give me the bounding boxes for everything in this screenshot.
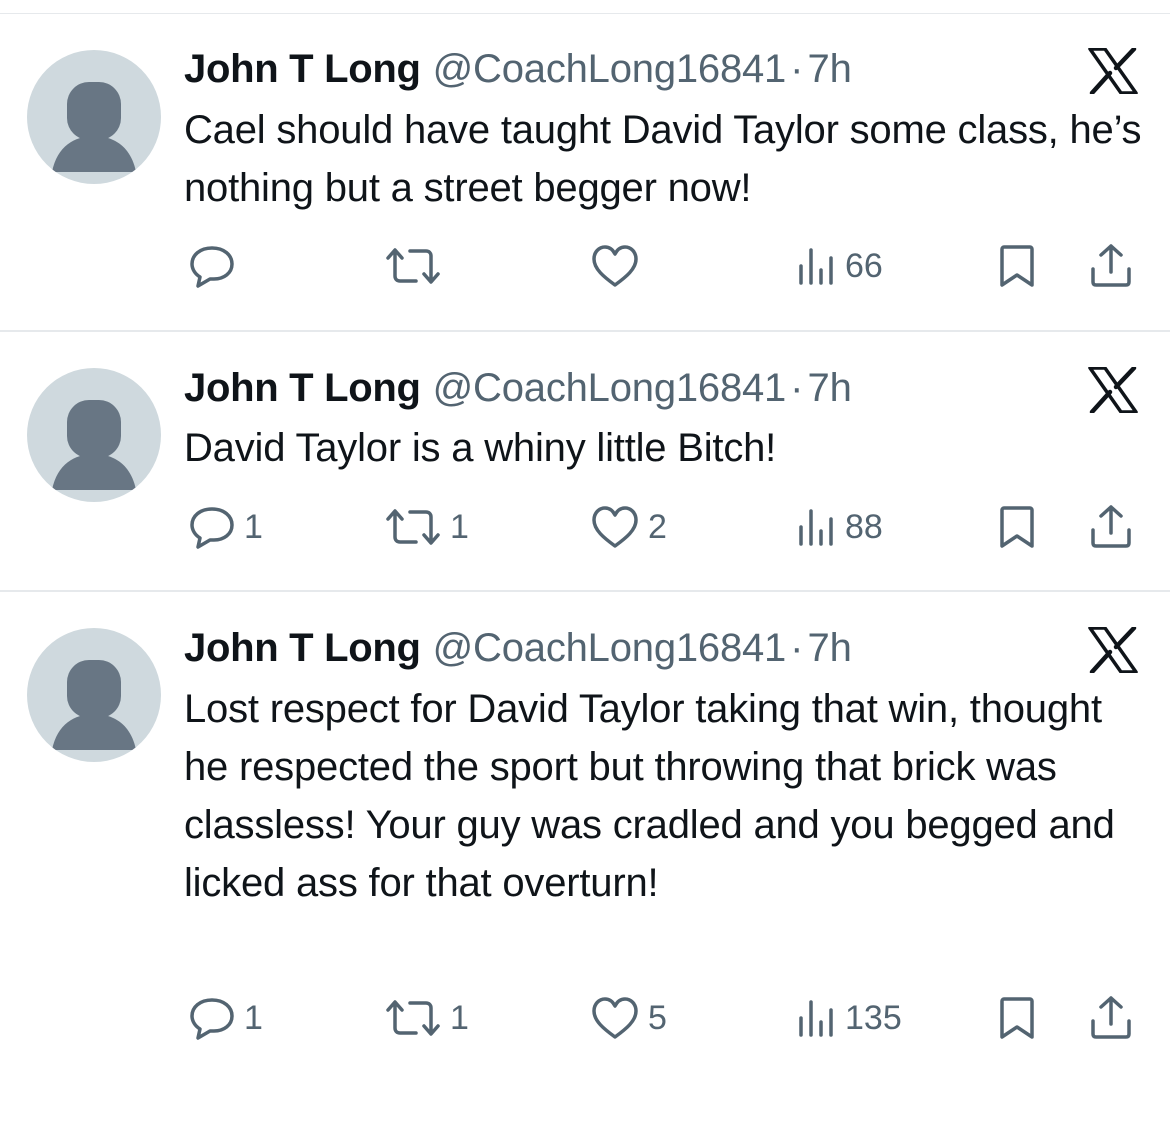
- tweet-text: Lost respect for David Taylor taking tha…: [184, 687, 1115, 905]
- reply-icon: [188, 244, 236, 288]
- reply-button[interactable]: 1: [188, 505, 263, 549]
- author-name[interactable]: John T Long: [184, 44, 421, 94]
- reply-count: 1: [244, 508, 263, 546]
- bookmark-button[interactable]: [997, 505, 1037, 549]
- views-count: 88: [845, 508, 883, 546]
- timestamp[interactable]: 7h: [807, 44, 852, 94]
- tweet-divider: [0, 330, 1170, 332]
- x-logo-icon: [1088, 625, 1138, 675]
- reply-count: 1: [244, 999, 263, 1037]
- separator: ·: [790, 366, 804, 410]
- share-button[interactable]: [1088, 242, 1134, 288]
- tweet-text: David Taylor is a whiny little Bitch!: [184, 426, 777, 470]
- reply-icon: [188, 505, 236, 549]
- reply-button[interactable]: 1: [188, 996, 263, 1040]
- top-divider: [0, 13, 1170, 14]
- like-button[interactable]: [590, 244, 648, 288]
- retweet-icon: [384, 246, 442, 286]
- author-name[interactable]: John T Long: [184, 363, 421, 413]
- retweet-count: 1: [450, 999, 469, 1037]
- views-chart-icon: [797, 998, 837, 1038]
- retweet-icon: [384, 507, 442, 547]
- like-button[interactable]: 5: [590, 996, 667, 1040]
- timestamp[interactable]: 7h: [807, 623, 852, 673]
- author-handle[interactable]: @CoachLong16841: [433, 623, 787, 673]
- reply-icon: [188, 996, 236, 1040]
- author-handle[interactable]: @CoachLong16841: [433, 44, 787, 94]
- x-logo-icon: [1088, 46, 1138, 96]
- share-button[interactable]: [1088, 994, 1134, 1040]
- like-count: 2: [648, 508, 667, 546]
- tweet-text: Cael should have taught David Taylor som…: [184, 108, 1142, 210]
- bookmark-button[interactable]: [997, 996, 1037, 1040]
- heart-icon: [590, 244, 640, 288]
- retweet-count: 1: [450, 508, 469, 546]
- tweet-header: John T Long @CoachLong16841 · 7h: [184, 623, 852, 673]
- retweet-button[interactable]: 1: [384, 998, 469, 1038]
- heart-icon: [590, 996, 640, 1040]
- views-chart-icon: [797, 507, 837, 547]
- views-button[interactable]: 135: [797, 998, 902, 1038]
- bookmark-icon: [997, 505, 1037, 549]
- bookmark-icon: [997, 996, 1037, 1040]
- heart-icon: [590, 505, 640, 549]
- like-count: 5: [648, 999, 667, 1037]
- like-button[interactable]: 2: [590, 505, 667, 549]
- separator: ·: [790, 47, 804, 91]
- share-button[interactable]: [1088, 503, 1134, 549]
- default-avatar-icon[interactable]: [27, 628, 161, 762]
- reply-button[interactable]: [188, 244, 244, 288]
- bookmark-icon: [997, 244, 1037, 288]
- default-avatar-icon[interactable]: [27, 368, 161, 502]
- views-count: 135: [845, 999, 902, 1037]
- timestamp[interactable]: 7h: [807, 363, 852, 413]
- retweet-button[interactable]: [384, 246, 450, 286]
- tweet-header: John T Long @CoachLong16841 · 7h: [184, 363, 852, 413]
- x-logo-icon: [1088, 365, 1138, 415]
- author-name[interactable]: John T Long: [184, 623, 421, 673]
- views-count: 66: [845, 247, 883, 285]
- default-avatar-icon[interactable]: [27, 50, 161, 184]
- bookmark-button[interactable]: [997, 244, 1037, 288]
- retweet-button[interactable]: 1: [384, 507, 469, 547]
- tweet-header: John T Long @CoachLong16841 · 7h: [184, 44, 852, 94]
- views-button[interactable]: 88: [797, 507, 883, 547]
- retweet-icon: [384, 998, 442, 1038]
- tweet-divider: [0, 590, 1170, 592]
- share-icon: [1088, 994, 1134, 1040]
- author-handle[interactable]: @CoachLong16841: [433, 363, 787, 413]
- share-icon: [1088, 503, 1134, 549]
- separator: ·: [790, 626, 804, 670]
- views-button[interactable]: 66: [797, 246, 883, 286]
- share-icon: [1088, 242, 1134, 288]
- views-chart-icon: [797, 246, 837, 286]
